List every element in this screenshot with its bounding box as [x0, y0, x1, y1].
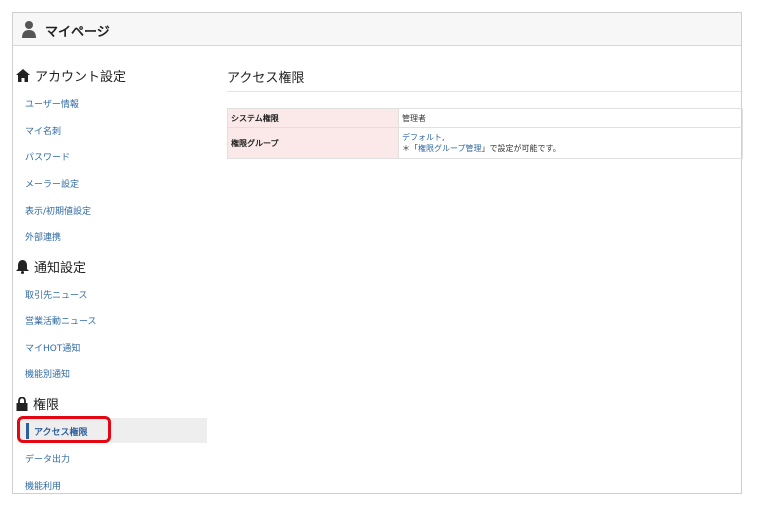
sidebar-item-password[interactable]: パスワード: [25, 150, 70, 163]
home-icon: [16, 69, 30, 82]
sidebar-item-hot-notify[interactable]: マイHOT通知: [25, 341, 80, 354]
note-prefix: ＊「: [402, 144, 418, 153]
page-title: マイページ: [45, 25, 110, 40]
note-suffix: 」で設定が可能です。: [481, 144, 561, 153]
permission-table: システム権限 管理者 権限グループ デフォルト, ＊「権限グループ管理」で設定が…: [227, 108, 743, 159]
app-frame: マイページ アカウント設定 ユーザー情報 マイ名刺 パスワード メーラー設定 表…: [12, 12, 743, 494]
system-permission-value: 管理者: [398, 108, 743, 128]
sidebar-item-feature-use[interactable]: 機能利用: [25, 479, 61, 492]
system-permission-label: システム権限: [227, 108, 399, 128]
bell-icon: [16, 259, 29, 274]
table-row: 権限グループ デフォルト, ＊「権限グループ管理」で設定が可能です。: [227, 127, 743, 159]
sidebar-item-external[interactable]: 外部連携: [25, 230, 61, 243]
value-separator: ,: [442, 133, 445, 142]
user-icon: [22, 21, 36, 38]
sidebar-item-mailer[interactable]: メーラー設定: [25, 177, 79, 190]
lock-icon: [16, 396, 28, 411]
sidebar-item-display[interactable]: 表示/初期値設定: [25, 204, 91, 217]
table-row: システム権限 管理者: [227, 108, 743, 128]
section-title: アクセス権限: [227, 71, 305, 86]
section-heading-notify: 通知設定: [16, 257, 86, 276]
section-heading-account: アカウント設定: [16, 66, 126, 85]
section-heading-permissions: 権限: [16, 394, 59, 413]
sidebar-item-data-export[interactable]: データ出力: [25, 452, 70, 465]
highlight-annotation: [17, 416, 111, 443]
group-management-link[interactable]: 権限グループ管理: [418, 144, 482, 153]
sidebar-item-feature-notify[interactable]: 機能別通知: [25, 367, 70, 380]
permission-group-label: 権限グループ: [227, 127, 399, 159]
default-group-link[interactable]: デフォルト: [402, 133, 442, 142]
header-bar: マイページ: [13, 13, 741, 46]
permission-group-value: デフォルト, ＊「権限グループ管理」で設定が可能です。: [398, 127, 743, 159]
sidebar-item-sales-news[interactable]: 営業活動ニュース: [25, 314, 97, 327]
sidebar-item-user-info[interactable]: ユーザー情報: [25, 97, 79, 110]
divider: [227, 91, 743, 92]
sidebar-item-my-card[interactable]: マイ名刺: [25, 124, 61, 137]
sidebar-item-client-news[interactable]: 取引先ニュース: [25, 288, 88, 301]
